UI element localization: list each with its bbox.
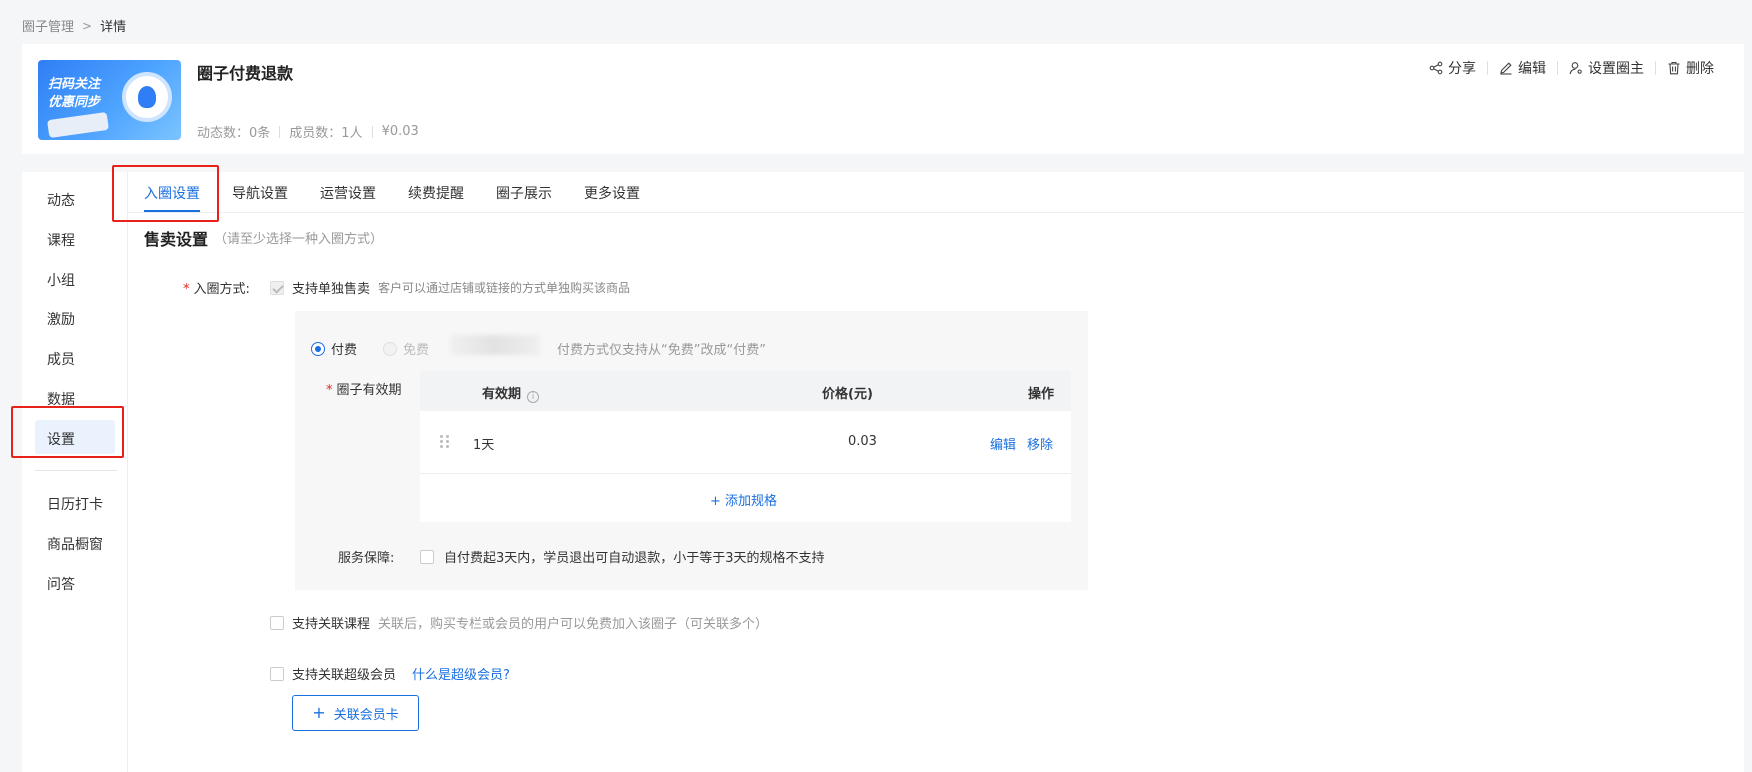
nav-item-product-showcase[interactable]: 商品橱窗 [47, 534, 103, 554]
circle-stats: 动态数：0条 成员数：1人 ¥0.03 [197, 122, 419, 141]
delete-button[interactable]: 删除 [1667, 58, 1714, 78]
cover-text-line2: 优惠同步 [48, 95, 101, 110]
share-icon [1429, 61, 1443, 75]
edit-icon [1500, 62, 1512, 75]
edit-label: 编辑 [1518, 61, 1546, 77]
service-guarantee-checkbox[interactable] [420, 549, 434, 564]
row-period: 1天 [473, 438, 495, 453]
row-remove-link[interactable]: 移除 [1027, 434, 1053, 453]
single-sale-option: 支持单独售卖 客户可以通过店铺或链接的方式单独购买该商品 [270, 278, 630, 297]
breadcrumb: 圈子管理 > 详情 [22, 16, 127, 36]
share-button[interactable]: 分享 [1429, 58, 1476, 78]
tab-more-settings[interactable]: 更多设置 [584, 183, 640, 203]
row-price: 0.03 [848, 434, 877, 449]
members-count: 成员数：1人 [289, 126, 363, 141]
service-guarantee-option: 自付费起3天内，学员退出可自动退款，小于等于3天的规格不支持 [420, 547, 825, 566]
service-guarantee-text: 自付费起3天内，学员退出可自动退款，小于等于3天的规格不支持 [444, 551, 825, 566]
paid-label: 付费 [331, 343, 358, 358]
set-owner-button[interactable]: 设置圈主 [1569, 58, 1644, 78]
free-radio[interactable] [383, 341, 398, 356]
nav-item-incentives[interactable]: 激励 [47, 309, 75, 329]
link-course-option: 支持关联课程 关联后，购买专栏或会员的用户可以免费加入该圈子（可关联多个） [270, 613, 768, 632]
free-label: 免费 [403, 343, 430, 358]
circle-title: 圈子付费退款 [197, 64, 294, 83]
breadcrumb-current: 详情 [100, 20, 127, 35]
delete-label: 删除 [1686, 61, 1714, 77]
payment-type-radio-group: 付费 免费 [311, 339, 429, 358]
breadcrumb-parent[interactable]: 圈子管理 [22, 16, 74, 35]
tab-circle-display[interactable]: 圈子展示 [496, 183, 552, 203]
tab-operation-settings[interactable]: 运营设置 [320, 183, 376, 203]
table-divider [420, 473, 1071, 474]
trash-icon [1668, 61, 1680, 75]
join-method-label: * 入圈方式: [183, 282, 250, 297]
link-member-card-label: 关联会员卡 [333, 707, 399, 723]
nav-divider [35, 470, 117, 471]
nav-item-qa[interactable]: 问答 [47, 574, 75, 594]
blurred-content [450, 335, 540, 355]
left-nav: 动态 课程 小组 激励 成员 数据 设置 日历打卡 商品橱窗 问答 [22, 172, 128, 772]
cover-decoration [47, 111, 109, 139]
share-label: 分享 [1448, 61, 1476, 77]
link-member-option: 支持关联超级会员 什么是超级会员? [270, 664, 510, 683]
nav-item-posts[interactable]: 动态 [47, 190, 75, 210]
info-icon[interactable]: i [527, 391, 540, 403]
plus-icon: + [312, 703, 326, 722]
super-member-help-link[interactable]: 什么是超级会员? [412, 664, 510, 683]
link-member-checkbox[interactable] [270, 666, 284, 681]
set-owner-label: 设置圈主 [1588, 61, 1644, 77]
col-header-actions: 操作 [1028, 387, 1055, 402]
single-sale-checkbox[interactable] [270, 280, 284, 295]
circle-cover-image: 扫码关注 优惠同步 [38, 60, 181, 140]
posts-count: 动态数：0条 [197, 126, 271, 141]
payment-hint: 付费方式仅支持从“免费”改成“付费” [557, 343, 766, 358]
highlight-join-tab [112, 165, 219, 222]
drag-handle-icon[interactable] [440, 435, 450, 449]
nav-item-members[interactable]: 成员 [47, 349, 75, 369]
tab-renewal-reminder[interactable]: 续费提醒 [408, 183, 464, 203]
col-header-price: 价格(元) [822, 387, 873, 402]
single-sale-hint: 客户可以通过店铺或链接的方式单独购买该商品 [378, 281, 631, 295]
paid-radio[interactable] [311, 341, 325, 356]
link-member-label: 支持关联超级会员 [292, 668, 397, 683]
col-header-period: 有效期 i [482, 383, 540, 403]
single-sale-label: 支持单独售卖 [292, 282, 371, 297]
user-settings-icon [1569, 62, 1582, 75]
breadcrumb-separator: > [82, 18, 93, 33]
tab-navigation-settings[interactable]: 导航设置 [232, 183, 288, 203]
nav-item-courses[interactable]: 课程 [47, 230, 75, 250]
nav-item-calendar-checkin[interactable]: 日历打卡 [47, 494, 103, 514]
edit-button[interactable]: 编辑 [1499, 58, 1546, 78]
add-spec-button[interactable]: + 添加规格 [710, 490, 777, 509]
service-guarantee-label: 服务保障: [338, 551, 395, 566]
cover-qr-icon [122, 72, 172, 122]
row-edit-link[interactable]: 编辑 [990, 434, 1016, 453]
link-course-label: 支持关联课程 [292, 617, 371, 632]
circle-price: ¥0.03 [381, 124, 419, 139]
highlight-settings-nav [11, 406, 124, 458]
cover-text-line1: 扫码关注 [48, 77, 101, 92]
header-actions: 分享 编辑 设置圈主 删除 [1429, 58, 1714, 78]
nav-item-groups[interactable]: 小组 [47, 270, 75, 290]
section-title: 售卖设置 [144, 230, 209, 249]
section-hint: （请至少选择一种入圈方式） [214, 232, 384, 247]
link-member-card-button[interactable]: + 关联会员卡 [292, 695, 419, 731]
link-course-hint: 关联后，购买专栏或会员的用户可以免费加入该圈子（可关联多个） [378, 617, 769, 632]
link-course-checkbox[interactable] [270, 615, 284, 630]
validity-label: * 圈子有效期 [326, 383, 402, 398]
